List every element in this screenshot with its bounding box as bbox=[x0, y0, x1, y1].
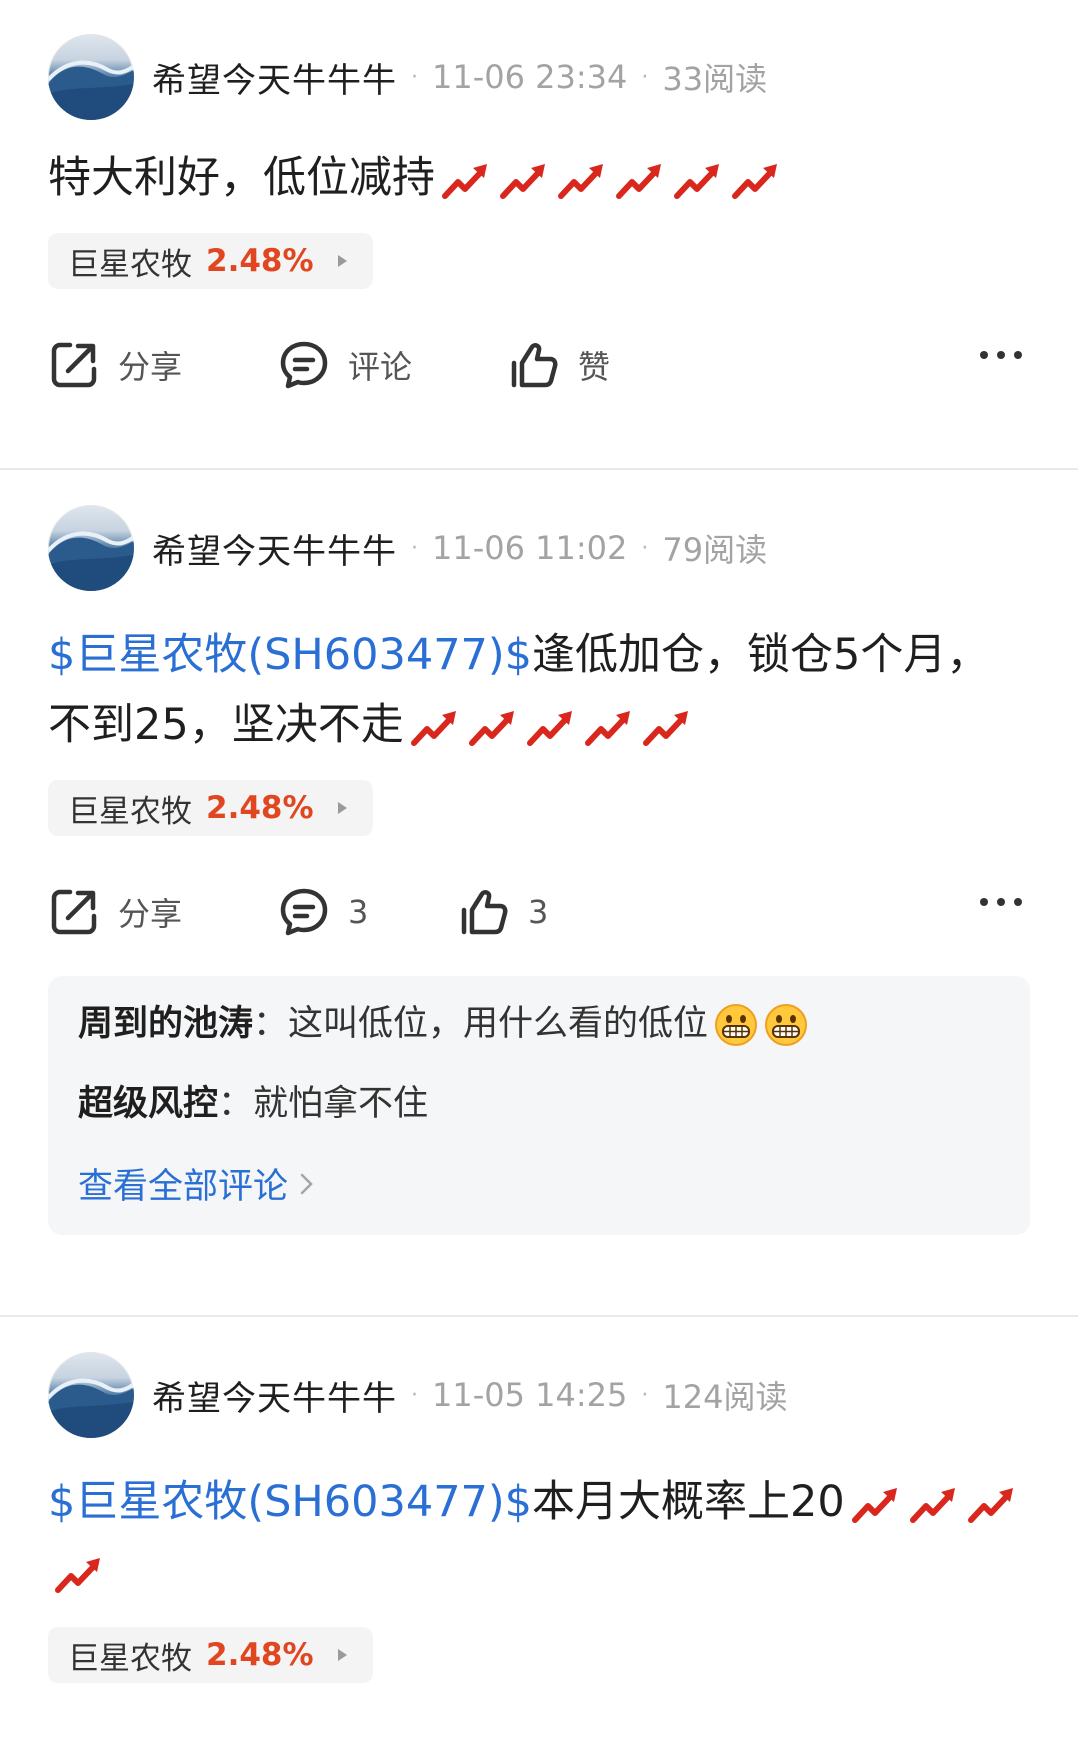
stock-change: 2.48% bbox=[206, 1637, 314, 1673]
chart-increasing-emoji bbox=[642, 707, 694, 749]
like-icon bbox=[458, 886, 510, 938]
play-arrow-icon bbox=[337, 802, 347, 814]
share-icon bbox=[48, 886, 100, 938]
comment-preview[interactable]: 周到的池涛：这叫低位，用什么看的低位 超级风控：就怕拿不住 查看全部评论 bbox=[48, 976, 1030, 1235]
share-button[interactable]: 分享 bbox=[48, 339, 278, 391]
trend-emojis bbox=[404, 700, 694, 750]
comment-button[interactable]: 3 bbox=[278, 886, 458, 938]
post-time: 11-06 11:02 bbox=[432, 529, 628, 567]
separator-dot: · bbox=[641, 535, 649, 561]
stock-tag[interactable]: 巨星农牧 2.48% bbox=[48, 780, 373, 836]
comment-separator: ： bbox=[218, 1084, 254, 1124]
separator-dot: · bbox=[641, 1382, 649, 1408]
post-text: 本月大概率上20 bbox=[532, 1477, 845, 1527]
chart-increasing-emoji bbox=[468, 707, 520, 749]
comment-separator: ： bbox=[253, 1004, 289, 1044]
comment-count: 3 bbox=[348, 893, 369, 931]
stock-name: 巨星农牧 bbox=[68, 1640, 192, 1677]
separator-dot: · bbox=[641, 64, 649, 90]
like-label: 赞 bbox=[578, 348, 611, 386]
separator-dot: · bbox=[411, 535, 418, 561]
grinning-emoji bbox=[714, 1003, 758, 1047]
chart-increasing-emoji bbox=[967, 1484, 1019, 1526]
comment-text: 这叫低位，用什么看的低位 bbox=[288, 1004, 709, 1044]
read-count: 79阅读 bbox=[662, 531, 768, 569]
comment-icon bbox=[278, 886, 330, 938]
like-icon bbox=[508, 339, 560, 391]
username[interactable]: 希望今天牛牛牛 bbox=[152, 53, 397, 102]
post-time: 11-05 14:25 bbox=[432, 1376, 628, 1414]
post-header: 希望今天牛牛牛 · 11-06 11:02 · 79阅读 bbox=[48, 504, 1030, 592]
comment-text: 就怕拿不住 bbox=[253, 1084, 429, 1124]
avatar[interactable] bbox=[48, 34, 134, 120]
share-icon bbox=[48, 339, 100, 391]
post-time: 11-06 23:34 bbox=[432, 58, 628, 96]
post-header: 希望今天牛牛牛 · 11-05 14:25 · 124阅读 bbox=[48, 1351, 1030, 1439]
chart-increasing-emoji bbox=[557, 160, 609, 202]
view-all-comments-link[interactable]: 查看全部评论 bbox=[78, 1158, 318, 1209]
comment-button[interactable]: 评论 bbox=[278, 339, 508, 391]
share-label: 分享 bbox=[118, 895, 183, 933]
action-bar: 分享 3 3 bbox=[48, 872, 1030, 952]
action-bar: 分享 评论 赞 bbox=[48, 325, 1030, 405]
play-arrow-icon bbox=[337, 255, 347, 267]
trend-emojis bbox=[435, 153, 783, 203]
more-icon[interactable] bbox=[980, 351, 1022, 359]
stock-change: 2.48% bbox=[206, 243, 314, 279]
stock-link[interactable]: $巨星农牧(SH603477)$ bbox=[48, 1477, 532, 1527]
divider bbox=[0, 1315, 1078, 1317]
chart-increasing-emoji bbox=[909, 1484, 961, 1526]
post-text: 特大利好，低位减持 bbox=[48, 153, 435, 203]
more-icon[interactable] bbox=[980, 898, 1022, 906]
post-3[interactable]: 希望今天牛牛牛 · 11-05 14:25 · 124阅读 $巨星农牧(SH60… bbox=[0, 1351, 1078, 1747]
comment-item[interactable]: 超级风控：就怕拿不住 bbox=[78, 1078, 1000, 1130]
like-button[interactable]: 3 bbox=[458, 886, 548, 938]
like-button[interactable]: 赞 bbox=[508, 339, 610, 391]
chart-increasing-emoji bbox=[673, 160, 725, 202]
stock-link[interactable]: $巨星农牧(SH603477)$ bbox=[48, 630, 532, 680]
stock-change: 2.48% bbox=[206, 790, 314, 826]
chart-increasing-emoji bbox=[499, 160, 551, 202]
stock-name: 巨星农牧 bbox=[68, 246, 192, 283]
avatar[interactable] bbox=[48, 505, 134, 591]
chevron-right-icon bbox=[300, 1173, 313, 1194]
chart-increasing-emoji bbox=[526, 707, 578, 749]
comment-user[interactable]: 周到的池涛 bbox=[78, 1004, 253, 1044]
chart-increasing-emoji bbox=[615, 160, 667, 202]
post-content[interactable]: $巨星农牧(SH603477)$本月大概率上20 bbox=[48, 1467, 1030, 1607]
post-1[interactable]: 希望今天牛牛牛 · 11-06 23:34 · 33阅读 特大利好，低位减持 巨… bbox=[0, 33, 1078, 468]
chart-increasing-emoji bbox=[441, 160, 493, 202]
username[interactable]: 希望今天牛牛牛 bbox=[152, 524, 397, 573]
separator-dot: · bbox=[411, 64, 418, 90]
chart-increasing-emoji bbox=[584, 707, 636, 749]
read-count: 33阅读 bbox=[662, 60, 768, 98]
share-button[interactable]: 分享 bbox=[48, 886, 278, 938]
read-count: 124阅读 bbox=[662, 1378, 788, 1416]
chart-increasing-emoji bbox=[54, 1554, 106, 1596]
stock-tag[interactable]: 巨星农牧 2.48% bbox=[48, 1627, 373, 1683]
post-content[interactable]: $巨星农牧(SH603477)$逢低加仓，锁仓5个月，不到25，坚决不走 bbox=[48, 620, 1030, 760]
post-header: 希望今天牛牛牛 · 11-06 23:34 · 33阅读 bbox=[48, 33, 1030, 121]
like-count: 3 bbox=[528, 893, 549, 931]
share-label: 分享 bbox=[118, 348, 183, 386]
chart-increasing-emoji bbox=[731, 160, 783, 202]
comment-item[interactable]: 周到的池涛：这叫低位，用什么看的低位 bbox=[78, 998, 1000, 1050]
stock-tag[interactable]: 巨星农牧 2.48% bbox=[48, 233, 373, 289]
play-arrow-icon bbox=[337, 1649, 347, 1661]
username[interactable]: 希望今天牛牛牛 bbox=[152, 1371, 397, 1420]
view-all-label: 查看全部评论 bbox=[78, 1167, 289, 1207]
separator-dot: · bbox=[411, 1382, 418, 1408]
post-2[interactable]: 希望今天牛牛牛 · 11-06 11:02 · 79阅读 $巨星农牧(SH603… bbox=[0, 504, 1078, 1315]
grinning-emoji bbox=[764, 1003, 808, 1047]
avatar[interactable] bbox=[48, 1352, 134, 1438]
chart-increasing-emoji bbox=[851, 1484, 903, 1526]
comment-user[interactable]: 超级风控 bbox=[78, 1084, 218, 1124]
chart-increasing-emoji bbox=[410, 707, 462, 749]
divider bbox=[0, 468, 1078, 470]
comment-icon bbox=[278, 339, 330, 391]
comment-label: 评论 bbox=[348, 348, 413, 386]
post-content[interactable]: 特大利好，低位减持 bbox=[48, 143, 1030, 213]
stock-name: 巨星农牧 bbox=[68, 793, 192, 830]
